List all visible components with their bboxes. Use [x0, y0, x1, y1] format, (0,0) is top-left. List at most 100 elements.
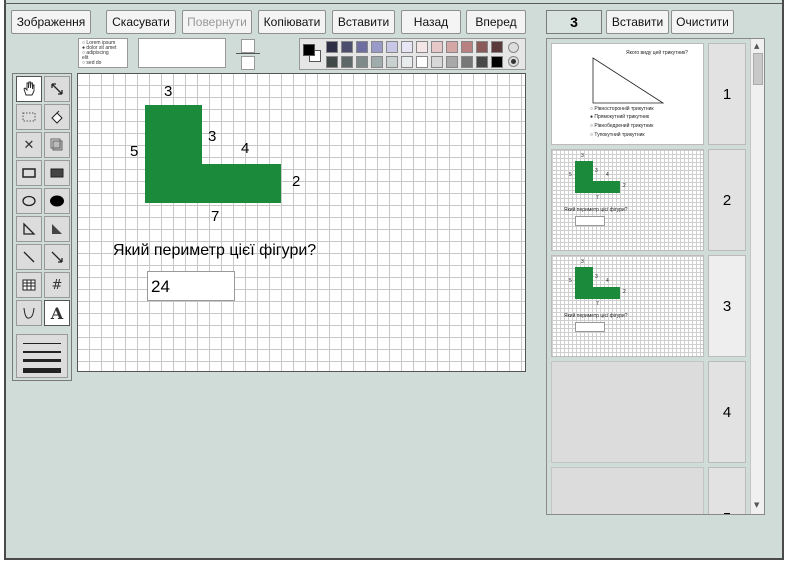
slide-number-5[interactable]: 5	[708, 467, 746, 514]
color-swatch[interactable]	[386, 41, 398, 53]
duplicate-icon[interactable]	[44, 132, 70, 158]
slide-thumbnail-1[interactable]: Якого виду цей трикутник? ○ Рівносторонн…	[551, 43, 704, 145]
arrow-icon[interactable]	[44, 244, 70, 270]
slide-panel-scrollbar[interactable]: ▲ ▼	[750, 39, 764, 514]
delete-icon[interactable]: ✕	[16, 132, 42, 158]
scroll-down-icon[interactable]: ▼	[754, 501, 759, 509]
color-swatch[interactable]	[461, 56, 473, 68]
slide-number-3[interactable]: 3	[708, 255, 746, 357]
color-swatch[interactable]	[341, 56, 353, 68]
rect-filled-icon[interactable]	[44, 160, 70, 186]
color-palette	[299, 38, 526, 70]
select-rect-icon[interactable]	[16, 104, 42, 130]
top-divider	[4, 3, 782, 4]
drawing-canvas[interactable]: 3 5 3 4 2 7 Який периметр цієї фігури? 2…	[77, 73, 526, 372]
thumb-label: 3	[595, 168, 598, 174]
slide-thumbnail-5[interactable]	[551, 467, 704, 514]
fill-icon[interactable]	[44, 104, 70, 130]
color-swatch[interactable]	[416, 56, 428, 68]
color-swatch[interactable]	[446, 41, 458, 53]
slide-thumbnail-2[interactable]: 3 5 3 4 2 7 Який периметр цієї фігури?	[551, 149, 704, 251]
triangle-outline-icon[interactable]	[16, 216, 42, 242]
label-right: 2	[292, 173, 301, 190]
color-swatch[interactable]	[341, 41, 353, 53]
color-swatch[interactable]	[386, 56, 398, 68]
color-swatch[interactable]	[461, 41, 473, 53]
resize-icon[interactable]	[44, 76, 70, 102]
font-size-input[interactable]	[138, 38, 226, 68]
color-swatch[interactable]	[356, 41, 368, 53]
slide-thumbnail-3[interactable]: 3 5 3 4 2 7 Який периметр цієї фігури?	[551, 255, 704, 357]
image-button[interactable]: Зображення	[11, 10, 91, 34]
color-swatch[interactable]	[431, 56, 443, 68]
color-swatch[interactable]	[446, 56, 458, 68]
color-swatch[interactable]	[326, 56, 338, 68]
palette-radio-light[interactable]	[508, 42, 519, 53]
slide-number-4[interactable]: 4	[708, 361, 746, 463]
curve-icon[interactable]	[16, 300, 42, 326]
forward-button[interactable]: Вперед	[466, 10, 526, 34]
copy-button[interactable]: Копіювати	[258, 10, 326, 34]
label-left: 5	[130, 143, 139, 160]
insert-slide-button[interactable]: Вставити	[606, 10, 669, 34]
slide-thumbnail-4[interactable]	[551, 361, 704, 463]
rect-outline-icon[interactable]	[16, 160, 42, 186]
ellipse-filled-icon[interactable]	[44, 188, 70, 214]
color-swatch[interactable]	[476, 56, 488, 68]
slide-number-2[interactable]: 2	[708, 149, 746, 251]
question-text: Який периметр цієї фігури?	[113, 242, 317, 259]
undo-button[interactable]: Скасувати	[106, 10, 176, 34]
color-swatch[interactable]	[431, 41, 443, 53]
text-style-preview[interactable]: ○ Lorem ipsum ● dolor sit amet ○ adipisc…	[78, 38, 128, 68]
grid-icon[interactable]: #	[44, 272, 70, 298]
thumb-answer-box	[575, 216, 605, 226]
answer-input[interactable]: 24	[147, 271, 235, 301]
color-swatch[interactable]	[476, 41, 488, 53]
denominator-box[interactable]	[241, 56, 255, 70]
thumb-answer-box	[575, 322, 605, 332]
clear-slides-button[interactable]: Очистити	[671, 10, 734, 34]
hand-icon[interactable]	[16, 76, 42, 102]
color-swatch[interactable]	[371, 56, 383, 68]
fg-bg-color-icon[interactable]	[303, 44, 323, 64]
color-swatch[interactable]	[326, 41, 338, 53]
label-top: 3	[164, 83, 173, 100]
ellipse-outline-icon[interactable]	[16, 188, 42, 214]
line-width-selector[interactable]	[16, 334, 68, 378]
label-inner-horizontal: 4	[241, 140, 250, 157]
color-swatch[interactable]	[491, 56, 503, 68]
back-button[interactable]: Назад	[401, 10, 461, 34]
slide-1-option: ○ Рівносторонній трикутник	[590, 106, 654, 112]
line-icon[interactable]	[16, 244, 42, 270]
label-inner-vertical: 3	[208, 128, 217, 145]
color-swatch[interactable]	[401, 56, 413, 68]
table-icon[interactable]	[16, 272, 42, 298]
current-slide-number: 3	[546, 10, 602, 34]
l-shape-thumb	[575, 161, 620, 193]
color-swatch[interactable]	[401, 41, 413, 53]
label-bottom: 7	[211, 208, 220, 225]
scroll-up-icon[interactable]: ▲	[754, 42, 759, 50]
l-shape-thumb	[575, 267, 620, 299]
l-shape[interactable]	[78, 74, 526, 372]
thumb-label: 4	[606, 278, 609, 284]
redo-button[interactable]: Повернути	[182, 10, 252, 34]
thumb-label: 4	[606, 172, 609, 178]
fraction-line	[236, 53, 260, 54]
triangle-filled-icon[interactable]	[44, 216, 70, 242]
text-icon[interactable]: A	[44, 300, 70, 326]
thumb-question: Який периметр цієї фігури?	[564, 207, 628, 213]
color-swatch[interactable]	[491, 41, 503, 53]
thumb-label: 7	[596, 195, 599, 201]
scrollbar-thumb[interactable]	[753, 53, 763, 85]
color-swatch[interactable]	[356, 56, 368, 68]
slide-number-1[interactable]: 1	[708, 43, 746, 145]
paste-button[interactable]: Вставити	[332, 10, 395, 34]
palette-radio-dark[interactable]	[508, 56, 519, 67]
numerator-box[interactable]	[241, 39, 255, 53]
color-swatch[interactable]	[371, 41, 383, 53]
thumb-label: 5	[569, 172, 572, 178]
slide-1-option: ● Прямокутний трикутник	[590, 114, 650, 120]
color-swatch[interactable]	[416, 41, 428, 53]
thumb-label: 7	[596, 301, 599, 307]
